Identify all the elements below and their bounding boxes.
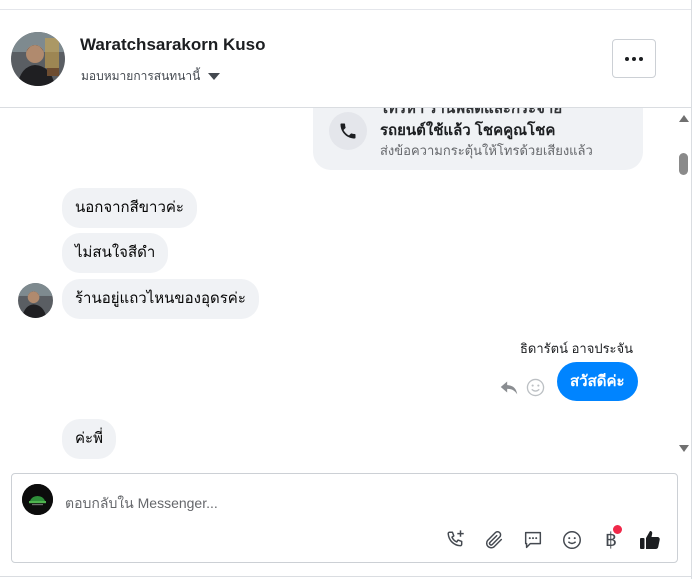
more-icon-dot — [632, 56, 636, 61]
incoming-message[interactable]: ค่ะพี่ — [62, 419, 116, 459]
call-add-icon[interactable] — [442, 527, 468, 553]
scroll-up-arrow[interactable] — [679, 115, 689, 122]
incoming-message[interactable]: ไม่สนใจสีดำ — [62, 233, 169, 273]
page-avatar — [22, 484, 53, 515]
phone-icon — [329, 112, 367, 150]
message-thread[interactable]: โทรหา ร้านพลดและกระจาย รถยนต์ใช้แล้ว โชค… — [0, 108, 675, 462]
emoji-icon[interactable] — [559, 527, 585, 553]
panel-divider — [691, 0, 692, 579]
reply-input[interactable] — [65, 493, 655, 513]
reply-composer: ฿ — [11, 473, 678, 563]
assign-conversation-dropdown[interactable]: มอบหมายการสนทนานี้ — [81, 67, 221, 86]
contact-avatar[interactable] — [11, 32, 65, 86]
thumbs-up-icon[interactable] — [637, 527, 663, 553]
saved-reply-icon[interactable] — [520, 527, 546, 553]
call-card-subtitle: ส่งข้อความกระตุ้นให้โทรด้วยเสียงแล้ว — [380, 143, 593, 158]
more-options-button[interactable] — [612, 39, 656, 78]
more-icon — [625, 56, 629, 61]
contact-avatar-small[interactable] — [18, 283, 53, 318]
payment-baht-icon[interactable]: ฿ — [598, 525, 624, 553]
paperclip-icon[interactable] — [481, 527, 507, 553]
reply-icon[interactable] — [498, 376, 520, 398]
contact-name[interactable]: Waratchsarakorn Kuso — [80, 35, 265, 55]
incoming-message[interactable]: ร้านอยู่แถวไหนของอุดรค่ะ — [62, 279, 259, 319]
chevron-down-icon — [208, 73, 221, 80]
assign-label: มอบหมายการสนทนานี้ — [81, 69, 201, 83]
reaction-icon[interactable] — [526, 378, 545, 397]
outgoing-message[interactable]: สวัสดีค่ะ — [557, 362, 638, 401]
more-icon-dot — [639, 56, 643, 61]
top-border — [0, 0, 692, 10]
bottom-border — [0, 576, 692, 577]
incoming-message[interactable]: นอกจากสีขาวค่ะ — [62, 188, 197, 228]
scrollbar-thumb[interactable] — [679, 153, 688, 175]
call-card-title: รถยนต์ใช้แล้ว โชคคูณโชค — [380, 122, 556, 139]
notification-dot — [613, 525, 622, 534]
sender-name: ธิดารัตน์ อาจประจัน — [520, 341, 634, 356]
conversation-header: Waratchsarakorn Kuso มอบหมายการสนทนานี้ — [0, 10, 691, 108]
call-cta-card[interactable]: โทรหา ร้านพลดและกระจาย รถยนต์ใช้แล้ว โชค… — [313, 108, 643, 170]
scroll-down-arrow[interactable] — [679, 445, 689, 452]
composer-toolbar: ฿ — [442, 525, 663, 554]
